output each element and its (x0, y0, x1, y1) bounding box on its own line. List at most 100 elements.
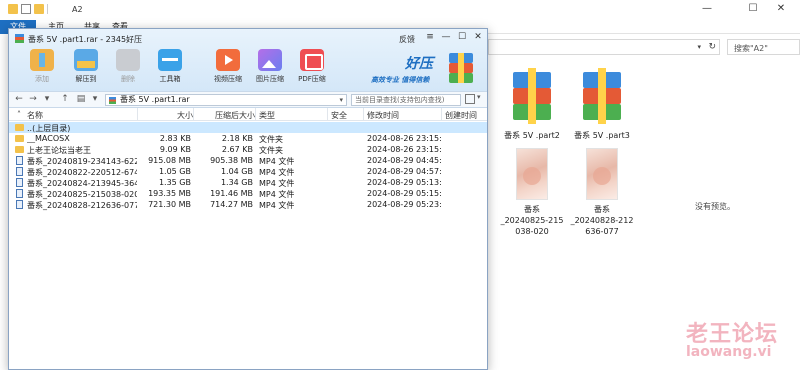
column-name[interactable]: 名称 (27, 110, 43, 121)
folder-icon (15, 135, 24, 142)
minimize-button[interactable]: — (439, 32, 453, 42)
pdf-compress-button[interactable]: PDF压缩 (293, 49, 331, 84)
chevron-down-icon[interactable]: ▾ (89, 94, 101, 104)
cell-size: 1.05 GB (158, 167, 191, 176)
file-tile-image-1[interactable]: 番系 _20240825-215 038-020 (498, 148, 566, 237)
cell-packed: 191.46 MB (210, 189, 253, 198)
delete-button[interactable]: 删除 (109, 49, 147, 84)
file-tile-label: 番系 5V .part3 (574, 131, 630, 140)
column-size[interactable]: 大小 (177, 110, 193, 121)
archive-file-list: ˄ 名称 大小 压缩后大小 类型 安全 修改时间 创建时间 ..(上层目录) __… (9, 108, 487, 369)
extract-button[interactable]: 解压到 (67, 49, 105, 84)
toolbox-icon (158, 49, 182, 71)
maximize-button[interactable]: ☐ (455, 32, 469, 42)
up-folder-icon[interactable]: ↑ (59, 94, 71, 104)
video-file-icon (16, 178, 23, 187)
quick-access-toolbar (8, 4, 48, 14)
delete-label: 删除 (121, 75, 135, 83)
video-compress-label: 视频压缩 (214, 75, 242, 83)
haozip-header: 番系 5V .part1.rar - 2345好压 反馈 ≡ — ☐ ✕ 添加 … (9, 29, 487, 91)
archive-path-bar[interactable]: 番系 5V .part1.rar ▾ (105, 94, 347, 106)
file-tile-label: 番系 5V .part2 (504, 131, 560, 140)
image-compress-button[interactable]: 图片压缩 (251, 49, 289, 84)
cell-type: MP4 文件 (259, 201, 295, 210)
explorer-search-input[interactable]: 搜索"A2" (727, 39, 800, 55)
cell-size: 2.83 KB (159, 134, 191, 143)
table-row[interactable]: 番系_20240824-213945-364....1.35 GB1.34 GB… (9, 177, 487, 188)
menu-icon[interactable]: ≡ (423, 32, 437, 42)
cell-modified: 2024-08-29 05:15:... (367, 189, 441, 198)
maximize-button[interactable]: ☐ (746, 3, 760, 14)
video-file-icon (16, 156, 23, 165)
folder-icon (15, 146, 24, 153)
column-type[interactable]: 类型 (259, 110, 275, 121)
feedback-link[interactable]: 反馈 (399, 34, 415, 45)
cell-packed: 1.04 GB (220, 167, 253, 176)
table-row[interactable]: 番系_20240825-215038-020....193.35 MB191.4… (9, 188, 487, 199)
haozip-window: 番系 5V .part1.rar - 2345好压 反馈 ≡ — ☐ ✕ 添加 … (8, 28, 488, 370)
back-icon[interactable]: ← (13, 94, 25, 104)
rar-archive-icon (509, 68, 555, 124)
archive-search-input[interactable]: 当前目录查找(支持包内查找) (351, 94, 461, 106)
rar-archive-icon (579, 68, 625, 124)
new-folder-icon[interactable] (34, 4, 44, 14)
view-mode-icon[interactable] (465, 94, 475, 104)
rar-archive-icon (109, 97, 116, 104)
refresh-icon[interactable]: ↻ (708, 42, 716, 52)
table-row[interactable]: 番系_20240822-220512-674....1.05 GB1.04 GB… (9, 166, 487, 177)
column-security[interactable]: 安全 (331, 110, 347, 121)
chevron-down-icon[interactable]: ▾ (41, 94, 53, 104)
chevron-down-icon[interactable]: ▾ (697, 43, 701, 51)
column-created[interactable]: 创建时间 (445, 110, 477, 121)
column-packed-size[interactable]: 压缩后大小 (215, 110, 255, 121)
table-row[interactable]: ..(上层目录) (9, 122, 487, 133)
file-tiles: 番系 5V .part2 番系 5V .part3 番系 _20240825-2… (488, 58, 678, 258)
cell-size: 193.35 MB (148, 189, 191, 198)
archive-icon: ▤ (76, 94, 86, 104)
column-modified[interactable]: 修改时间 (367, 110, 399, 121)
address-bar[interactable]: ▾ ↻ (488, 39, 720, 55)
close-button[interactable]: ✕ (774, 3, 788, 14)
properties-icon[interactable] (21, 4, 31, 14)
extract-icon (74, 49, 98, 71)
file-tile-label: 番系 _20240825-215 038-020 (500, 205, 564, 236)
video-compress-button[interactable]: 视频压缩 (209, 49, 247, 84)
explorer-titlebar: A2 — ☐ ✕ (0, 0, 800, 20)
video-file-icon (16, 167, 23, 176)
table-row[interactable]: 上老王论坛当老王 9.09 KB 2.67 KB 文件夹 2024-08-26 23:1… (9, 144, 487, 155)
archive-path: 番系 5V .part1.rar (120, 95, 190, 104)
chevron-down-icon[interactable]: ▾ (477, 93, 481, 101)
add-button[interactable]: 添加 (23, 49, 61, 84)
add-archive-icon (30, 49, 54, 71)
sort-up-icon: ˄ (17, 110, 21, 119)
table-row[interactable]: 番系_20240828-212636-077.... 721.30 MB 714.2… (9, 199, 487, 210)
cell-name: __MACOSX (27, 134, 70, 143)
add-label: 添加 (35, 75, 49, 83)
cell-name: 番系_20240828-212636-077.... (27, 201, 137, 210)
chevron-down-icon[interactable]: ▾ (339, 95, 343, 105)
cell-modified: 2024-08-29 04:45:... (367, 156, 441, 165)
video-file-icon (16, 189, 23, 198)
pdf-icon (300, 49, 324, 71)
table-row[interactable]: 番系_20240819-234143-622....915.08 MB905.3… (9, 155, 487, 166)
video-icon (216, 49, 240, 71)
list-header: ˄ 名称 大小 压缩后大小 类型 安全 修改时间 创建时间 (9, 108, 487, 121)
cell-modified: 2024-08-29 05:23:... (367, 200, 441, 209)
cell-size: 9.09 KB (159, 145, 191, 154)
haozip-logo-icon (449, 53, 473, 83)
haozip-brand: 好压 高效专业 值得信赖 (369, 51, 481, 89)
haozip-titlebar: 番系 5V .part1.rar - 2345好压 反馈 ≡ — ☐ ✕ (9, 29, 487, 47)
file-tile-part3[interactable]: 番系 5V .part3 (572, 68, 632, 141)
navigation-bar: ← → ▾ ↑ ▤ ▾ 番系 5V .part1.rar ▾ 当前目录查找(支持… (9, 91, 487, 108)
toolbox-button[interactable]: 工具箱 (151, 49, 189, 84)
cell-packed: 905.38 MB (210, 156, 253, 165)
cell-size: 721.30 MB (148, 200, 191, 209)
close-button[interactable]: ✕ (471, 32, 485, 42)
file-tile-image-2[interactable]: 番系 _20240828-212 636-077 (568, 148, 636, 237)
forward-icon[interactable]: → (27, 94, 39, 104)
preview-pane-text: 没有预览。 (695, 202, 735, 211)
file-tile-part2[interactable]: 番系 5V .part2 (502, 68, 562, 141)
folder-icon[interactable] (8, 4, 18, 14)
minimize-button[interactable]: — (700, 3, 714, 14)
table-row[interactable]: __MACOSX 2.83 KB 2.18 KB 文件夹 2024-08-26 23:1… (9, 133, 487, 144)
